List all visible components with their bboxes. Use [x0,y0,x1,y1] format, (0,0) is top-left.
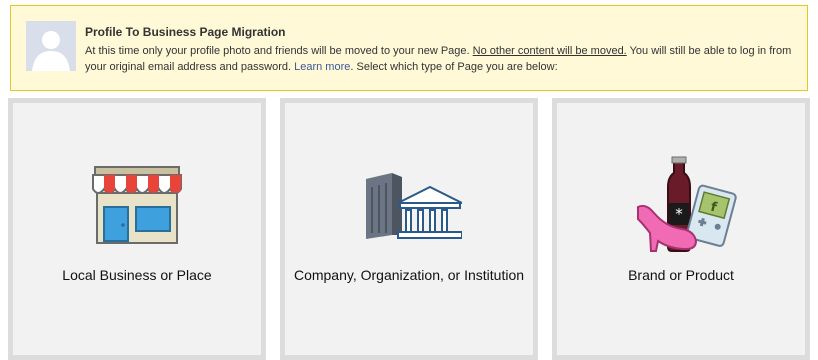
svg-text:*: * [675,205,683,223]
option-local-business[interactable]: Local Business or Place [8,98,266,360]
option-brand[interactable]: * f Brand or Product [552,98,810,360]
migration-notice: Profile To Business Page Migration At th… [10,5,808,91]
notice-title: Profile To Business Page Migration [85,25,286,39]
avatar [26,21,76,71]
option-label: Company, Organization, or Institution [293,267,525,283]
notice-underlined-text: No other content will be moved. [472,45,627,57]
notice-text-start: At this time only your profile photo and… [85,45,473,57]
storefront-icon [92,166,182,244]
option-label: Brand or Product [628,267,734,283]
option-label: Local Business or Place [62,267,212,283]
learn-more-link[interactable]: Learn more [294,61,350,73]
option-company[interactable]: Company, Organization, or Institution [280,98,538,360]
notice-text-end: . Select which type of Page you are belo… [350,61,558,73]
default-profile-icon [26,21,76,71]
brand-products-icon: * f [637,156,737,252]
office-building-icon [366,173,462,239]
notice-text: At this time only your profile photo and… [85,43,797,75]
